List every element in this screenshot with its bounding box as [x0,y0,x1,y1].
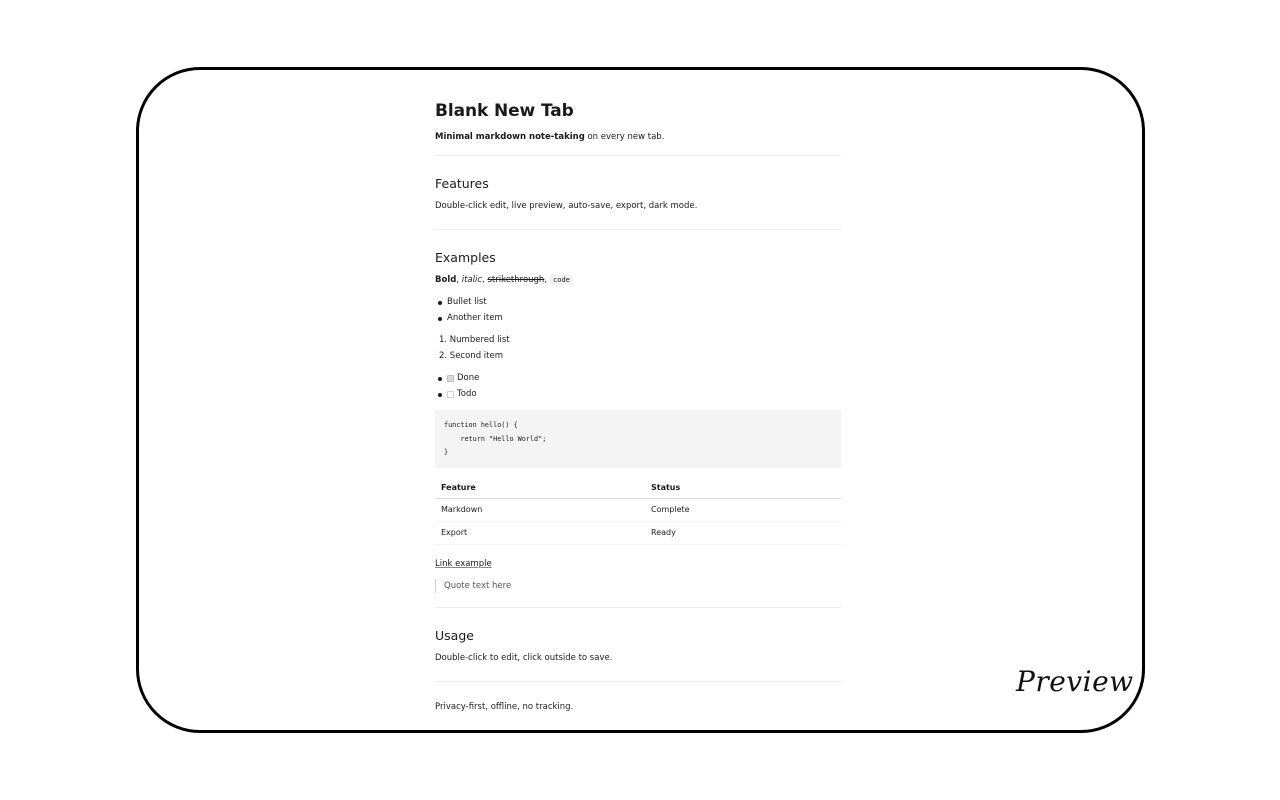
strikethrough-example: strikethrough [487,275,545,285]
checkbox[interactable] [447,375,454,383]
list-item: 2. Second item [439,350,503,361]
subtitle-rest: on every new tab. [584,132,665,142]
preview-label: Preview [1016,665,1134,698]
table-header-row: Feature Status [435,478,841,499]
task-item: Done [435,371,841,387]
list-item: Another item [435,311,841,327]
usage-text: Double-click to edit, click outside to s… [435,653,613,663]
table-cell: Markdown [435,498,645,522]
table-row: Markdown Complete [435,498,841,522]
usage-heading: Usage [435,628,474,643]
divider [435,607,841,608]
feature-table: Feature Status Markdown Complete Export … [435,478,841,545]
separator: , [544,275,548,285]
inline-code-example: code [550,275,573,285]
table-cell: Ready [645,521,841,545]
checkbox[interactable] [447,390,454,398]
features-heading: Features [435,176,489,191]
numbered-list: 1. Numbered list 2. Second item [435,333,841,364]
divider [435,681,841,682]
bold-example: Bold [435,275,457,285]
footer-text: Privacy-first, offline, no tracking. [435,702,574,712]
table-header: Feature [435,478,645,499]
preview-frame: Blank New Tab Minimal markdown note-taki… [136,67,1145,733]
table-row: Export Ready [435,521,841,545]
divider [435,229,841,230]
task-label: Todo [457,388,477,399]
table-header: Status [645,478,841,499]
table-cell: Complete [645,498,841,522]
page-title: Blank New Tab [435,101,574,121]
list-item: 1. Numbered list [439,335,510,345]
task-item: Todo [435,387,841,403]
example-link[interactable]: Link example [435,558,492,570]
format-examples: Bold, italic, strikethrough, code [435,274,841,286]
features-text: Double-click edit, live preview, auto-sa… [435,201,698,211]
bullet-list: Bullet list Another item [435,295,841,326]
task-list: Done Todo [435,371,841,402]
italic-example: italic [461,275,483,285]
list-item: Bullet list [435,295,841,311]
task-label: Done [457,373,480,383]
subtitle-bold: Minimal markdown note-taking [435,132,585,142]
code-block: function hello() { return "Hello World";… [435,410,841,468]
examples-heading: Examples [435,250,496,265]
table-cell: Export [435,521,645,545]
note-document[interactable]: Blank New Tab Minimal markdown note-taki… [435,100,841,713]
subtitle: Minimal markdown note-taking on every ne… [435,131,841,143]
blockquote: Quote text here [435,579,841,593]
divider [435,155,841,156]
